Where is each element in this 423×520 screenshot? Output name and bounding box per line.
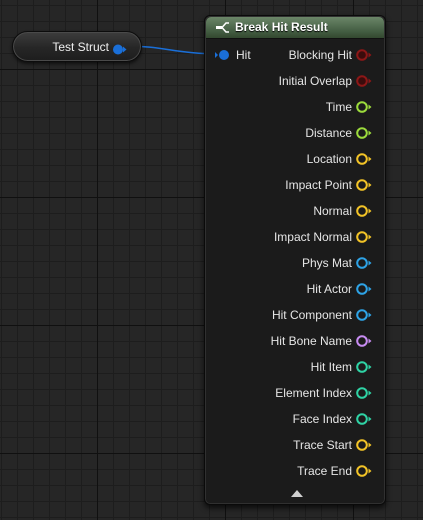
struct-output-pin[interactable] — [113, 42, 127, 60]
pin-circle-icon[interactable] — [356, 48, 373, 67]
pin-circle-icon[interactable] — [356, 386, 373, 405]
pin-circle-icon[interactable] — [356, 334, 373, 353]
break-struct-icon — [216, 21, 230, 39]
output-pin-label: Trace Start — [293, 438, 352, 452]
output-pin-distance[interactable]: Distance — [203, 126, 373, 140]
output-pin-face-index[interactable]: Face Index — [203, 412, 373, 426]
output-pin-normal[interactable]: Normal — [203, 204, 373, 218]
output-pin-element-index[interactable]: Element Index — [203, 386, 373, 400]
output-pin-label: Blocking Hit — [288, 48, 352, 62]
pin-circle-icon[interactable] — [356, 152, 373, 171]
output-pin-time[interactable]: Time — [203, 100, 373, 114]
pin-circle-icon[interactable] — [356, 360, 373, 379]
output-pin-label: Location — [306, 152, 352, 166]
pin-circle-icon[interactable] — [356, 204, 373, 223]
output-pin-hit-component[interactable]: Hit Component — [203, 308, 373, 322]
output-pin-label: Impact Point — [285, 178, 352, 192]
output-pin-label: Hit Actor — [306, 282, 352, 296]
pin-circle-icon[interactable] — [356, 412, 373, 431]
pin-circle-icon[interactable] — [356, 308, 373, 327]
pin-circle-icon[interactable] — [356, 126, 373, 145]
output-pin-label: Time — [325, 100, 352, 114]
output-pin-label: Impact Normal — [273, 230, 352, 244]
output-pin-label: Hit Component — [271, 308, 352, 322]
output-pin-label: Hit Bone Name — [270, 334, 352, 348]
output-pin-trace-start[interactable]: Trace Start — [203, 438, 373, 452]
output-pin-impact-point[interactable]: Impact Point — [203, 178, 373, 192]
output-pin-hit-actor[interactable]: Hit Actor — [203, 282, 373, 296]
pin-circle-icon[interactable] — [356, 282, 373, 301]
output-pin-hit-item[interactable]: Hit Item — [203, 360, 373, 374]
output-pin-label: Hit Item — [310, 360, 352, 374]
node-header[interactable]: Break Hit Result — [206, 17, 384, 39]
node-title: Break Hit Result — [235, 20, 328, 34]
output-pin-label: Face Index — [292, 412, 352, 426]
variable-label: Test Struct — [52, 40, 109, 54]
output-pin-location[interactable]: Location — [203, 152, 373, 166]
chevron-up-icon[interactable] — [291, 490, 303, 497]
break-hit-result-node[interactable]: Break Hit Result Hit Blocking Hit Initial… — [204, 15, 386, 505]
pin-circle-icon[interactable] — [356, 256, 373, 275]
output-pin-label: Phys Mat — [301, 256, 352, 270]
pin-circle-icon[interactable] — [356, 438, 373, 457]
output-pin-label: Element Index — [275, 386, 352, 400]
output-pin-label: Normal — [313, 204, 352, 218]
output-pin-label: Distance — [305, 126, 352, 140]
pin-circle-icon[interactable] — [356, 230, 373, 249]
output-pin-label: Initial Overlap — [278, 74, 352, 88]
output-pin-hit-bone-name[interactable]: Hit Bone Name — [203, 334, 373, 348]
output-pin-initial-overlap[interactable]: Initial Overlap — [203, 74, 373, 88]
output-pin-label: Trace End — [297, 464, 352, 478]
test-struct-variable-node[interactable]: Test Struct — [12, 31, 142, 62]
output-pin-blocking-hit[interactable]: Blocking Hit — [203, 48, 373, 62]
output-pin-trace-end[interactable]: Trace End — [203, 464, 373, 478]
pin-circle-icon[interactable] — [356, 74, 373, 93]
output-pin-impact-normal[interactable]: Impact Normal — [203, 230, 373, 244]
pin-circle-icon[interactable] — [356, 178, 373, 197]
pin-circle-icon[interactable] — [356, 464, 373, 483]
output-pin-phys-mat[interactable]: Phys Mat — [203, 256, 373, 270]
pin-circle-icon[interactable] — [356, 100, 373, 119]
